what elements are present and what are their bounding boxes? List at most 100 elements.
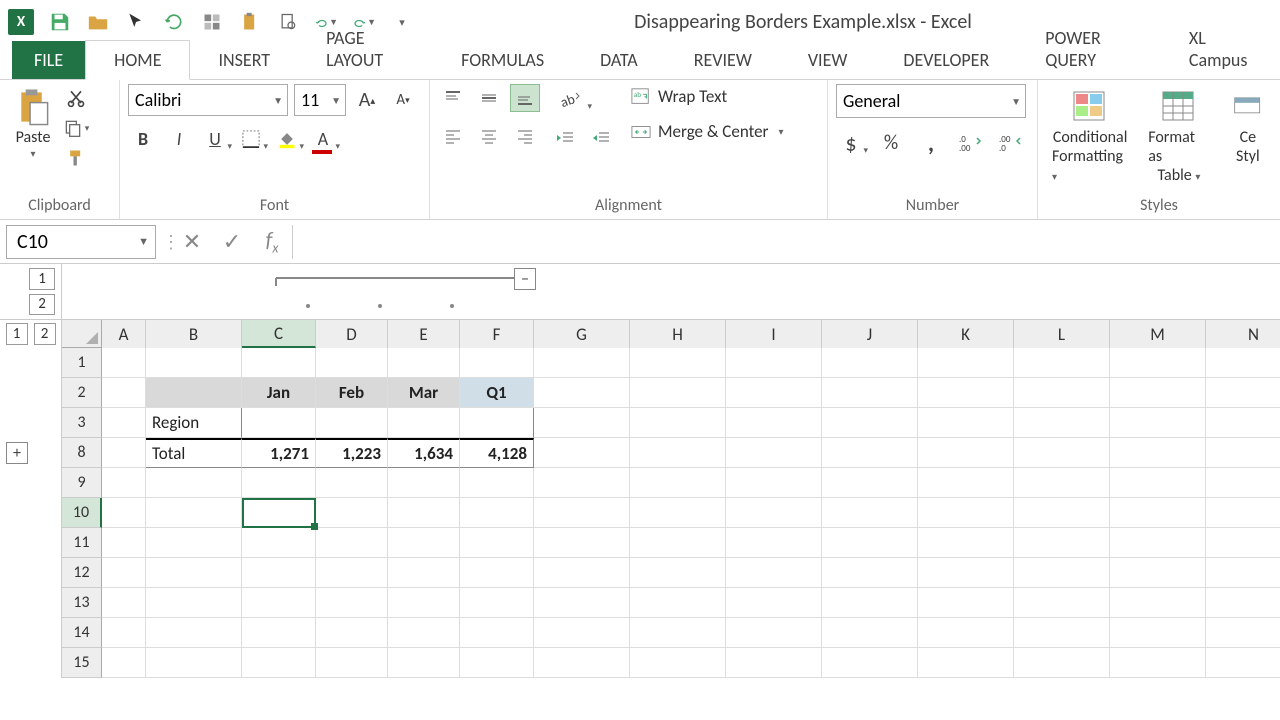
cell-I3[interactable]	[726, 408, 822, 438]
cell-B13[interactable]	[146, 588, 242, 618]
align-center-button[interactable]	[474, 122, 504, 150]
cell-F8[interactable]: 4,128	[460, 438, 534, 468]
paste-icon[interactable]	[238, 10, 262, 34]
cell-M14[interactable]	[1110, 618, 1206, 648]
cell-C11[interactable]	[242, 528, 316, 558]
cell-C12[interactable]	[242, 558, 316, 588]
tab-power-query[interactable]: POWER QUERY	[1017, 19, 1161, 79]
cell-G12[interactable]	[534, 558, 630, 588]
cell-J2[interactable]	[822, 378, 918, 408]
cell-D12[interactable]	[316, 558, 388, 588]
cell-L1[interactable]	[1014, 348, 1110, 378]
cell-G10[interactable]	[534, 498, 630, 528]
cell-H13[interactable]	[630, 588, 726, 618]
fill-color-button[interactable]: ▾	[272, 124, 302, 154]
tab-view[interactable]: VIEW	[780, 41, 876, 79]
cell-K14[interactable]	[918, 618, 1014, 648]
cell-L11[interactable]	[1014, 528, 1110, 558]
cell-L9[interactable]	[1014, 468, 1110, 498]
cell-A12[interactable]	[102, 558, 146, 588]
cell-D8[interactable]: 1,223	[316, 438, 388, 468]
cell-D10[interactable]	[316, 498, 388, 528]
cell-E14[interactable]	[388, 618, 460, 648]
cell-J8[interactable]	[822, 438, 918, 468]
row-outline-level-2[interactable]: 2	[34, 323, 56, 345]
cell-L8[interactable]	[1014, 438, 1110, 468]
col-header-L[interactable]: L	[1014, 320, 1110, 348]
cell-J1[interactable]	[822, 348, 918, 378]
copy-button[interactable]: ▾	[62, 116, 90, 140]
cell-F9[interactable]	[460, 468, 534, 498]
cell-B10[interactable]	[146, 498, 242, 528]
col-outline-level-2[interactable]: 2	[29, 294, 55, 316]
cell-C14[interactable]	[242, 618, 316, 648]
col-header-C[interactable]: C	[242, 320, 316, 348]
cell-D13[interactable]	[316, 588, 388, 618]
increase-font-button[interactable]: A▴	[352, 85, 382, 115]
cell-J3[interactable]	[822, 408, 918, 438]
insert-function-button[interactable]: fx	[252, 225, 292, 259]
cell-A14[interactable]	[102, 618, 146, 648]
decrease-indent-button[interactable]	[550, 124, 580, 152]
col-header-N[interactable]: N	[1206, 320, 1280, 348]
col-header-G[interactable]: G	[534, 320, 630, 348]
col-header-J[interactable]: J	[822, 320, 918, 348]
cell-A2[interactable]	[102, 378, 146, 408]
cell-I8[interactable]	[726, 438, 822, 468]
cell-I10[interactable]	[726, 498, 822, 528]
cell-H3[interactable]	[630, 408, 726, 438]
select-all-corner[interactable]	[62, 320, 102, 348]
row-group-expand-button[interactable]: +	[6, 442, 28, 464]
tab-page-layout[interactable]: PAGE LAYOUT	[298, 19, 433, 79]
col-header-D[interactable]: D	[316, 320, 388, 348]
cell-K8[interactable]	[918, 438, 1014, 468]
cell-J12[interactable]	[822, 558, 918, 588]
cell-F11[interactable]	[460, 528, 534, 558]
col-header-I[interactable]: I	[726, 320, 822, 348]
cell-E11[interactable]	[388, 528, 460, 558]
cell-F10[interactable]	[460, 498, 534, 528]
paste-button[interactable]: Paste ▾	[8, 84, 58, 164]
col-outline-level-1[interactable]: 1	[29, 268, 55, 290]
cell-J11[interactable]	[822, 528, 918, 558]
pivot-icon[interactable]	[200, 10, 224, 34]
cell-M12[interactable]	[1110, 558, 1206, 588]
cell-N12[interactable]	[1206, 558, 1280, 588]
tab-review[interactable]: REVIEW	[666, 41, 780, 79]
row-header-1[interactable]: 1	[62, 348, 102, 378]
name-box[interactable]: C10▼	[6, 225, 156, 259]
cell-C1[interactable]	[242, 348, 316, 378]
cell-G3[interactable]	[534, 408, 630, 438]
cell-G1[interactable]	[534, 348, 630, 378]
wrap-text-button[interactable]: abWrap Text	[626, 84, 788, 109]
cell-F14[interactable]	[460, 618, 534, 648]
cancel-formula-button[interactable]: ✕	[172, 225, 212, 259]
cell-K11[interactable]	[918, 528, 1014, 558]
cell-K13[interactable]	[918, 588, 1014, 618]
cell-G13[interactable]	[534, 588, 630, 618]
cell-F12[interactable]	[460, 558, 534, 588]
cell-B8[interactable]: Total	[146, 438, 242, 468]
orientation-button[interactable]: ab▾	[550, 84, 590, 114]
row-outline-level-1[interactable]: 1	[6, 323, 28, 345]
cell-A11[interactable]	[102, 528, 146, 558]
cell-I1[interactable]	[726, 348, 822, 378]
cell-H14[interactable]	[630, 618, 726, 648]
cell-N1[interactable]	[1206, 348, 1280, 378]
cell-H9[interactable]	[630, 468, 726, 498]
cell-I2[interactable]	[726, 378, 822, 408]
cell-N14[interactable]	[1206, 618, 1280, 648]
cell-G2[interactable]	[534, 378, 630, 408]
tab-file[interactable]: FILE	[12, 41, 85, 79]
cell-K15[interactable]	[918, 648, 1014, 678]
cell-F15[interactable]	[460, 648, 534, 678]
font-name-combo[interactable]: Calibri▼	[128, 84, 288, 116]
cell-N10[interactable]	[1206, 498, 1280, 528]
tab-formulas[interactable]: FORMULAS	[433, 41, 572, 79]
cell-H2[interactable]	[630, 378, 726, 408]
open-icon[interactable]	[86, 10, 110, 34]
cell-I15[interactable]	[726, 648, 822, 678]
cell-L2[interactable]	[1014, 378, 1110, 408]
formula-input[interactable]	[292, 225, 1280, 259]
cell-D2[interactable]: Feb	[316, 378, 388, 408]
